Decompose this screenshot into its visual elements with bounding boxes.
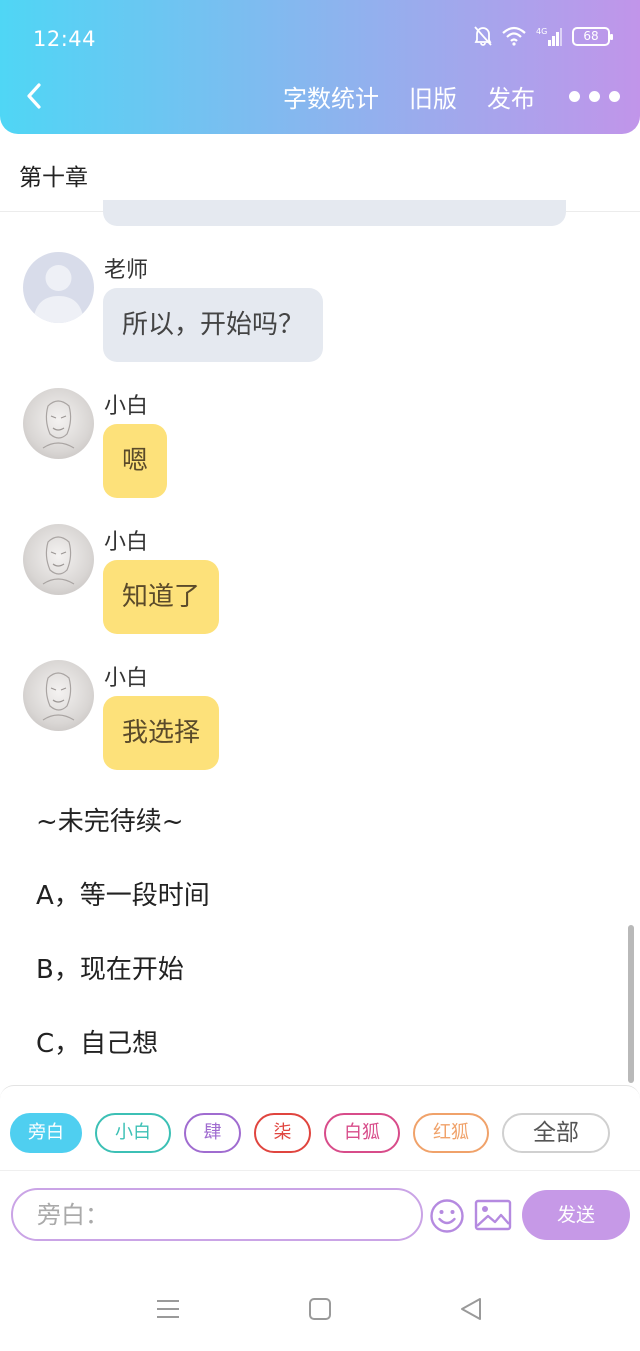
- narration-line[interactable]: A，等一段时间: [36, 875, 210, 912]
- role-chip-narrator[interactable]: 旁白: [10, 1113, 82, 1153]
- role-chips: 旁白 小白 肆 柒 白狐 红狐 全部: [10, 1113, 623, 1153]
- avatar[interactable]: [23, 660, 94, 731]
- chat-message: 小白 我选择: [0, 660, 640, 772]
- battery-indicator: 68: [572, 26, 613, 46]
- menu-icon[interactable]: [155, 1297, 181, 1321]
- send-button[interactable]: 发送: [522, 1190, 630, 1240]
- avatar[interactable]: [23, 388, 94, 459]
- divider: [0, 1170, 640, 1171]
- status-icons: 4G 68: [474, 26, 613, 46]
- character-sketch-icon: [42, 672, 75, 721]
- svg-text:4G: 4G: [536, 27, 547, 36]
- chat-scrollbar[interactable]: [628, 925, 634, 1083]
- emoji-button[interactable]: [429, 1198, 465, 1234]
- avatar[interactable]: [23, 252, 94, 323]
- mute-bell-icon: [474, 26, 492, 46]
- sender-name: 小白: [104, 394, 149, 419]
- chapter-title[interactable]: 第十章: [19, 158, 88, 192]
- smiley-icon: [430, 1199, 464, 1233]
- header-actions: 字数统计 旧版 发布: [253, 79, 620, 114]
- chat-message: 小白 嗯: [0, 388, 640, 500]
- sender-name: 老师: [104, 258, 149, 283]
- role-chip-qi[interactable]: 柒: [254, 1113, 311, 1153]
- message-input-wrapper: [11, 1188, 423, 1241]
- image-button[interactable]: [474, 1198, 512, 1232]
- role-chip-xiaobai[interactable]: 小白: [95, 1113, 171, 1153]
- role-chip-all[interactable]: 全部: [502, 1113, 610, 1153]
- message-bubble[interactable]: 嗯: [103, 424, 168, 498]
- chevron-left-icon: [27, 83, 41, 109]
- message-bubble[interactable]: 我选择: [103, 696, 220, 770]
- composer-panel: 旁白 小白 肆 柒 白狐 红狐 全部 发送: [0, 1085, 640, 1245]
- status-time: 12:44: [33, 27, 97, 51]
- narration-line[interactable]: ~未完待续~: [36, 801, 184, 838]
- chat-message: 老师 所以，开始吗？: [0, 252, 640, 364]
- cellular-signal-icon: 4G: [536, 27, 562, 46]
- narration-line[interactable]: B，现在开始: [36, 949, 184, 986]
- top-app-bar: 12:44 4G 68 字数统计 旧版 发布: [0, 0, 640, 134]
- more-dot: [609, 91, 620, 102]
- system-nav-bar: [0, 1245, 640, 1351]
- publish-button[interactable]: 发布: [487, 79, 535, 114]
- back-button[interactable]: [18, 78, 50, 114]
- sender-name: 小白: [104, 666, 149, 691]
- avatar[interactable]: [23, 524, 94, 595]
- partial-message-bubble[interactable]: [103, 200, 566, 226]
- home-icon[interactable]: [308, 1297, 332, 1321]
- role-chip-baihu[interactable]: 白狐: [324, 1113, 400, 1153]
- more-dot: [589, 91, 600, 102]
- sender-name: 小白: [104, 530, 149, 555]
- old-version-button[interactable]: 旧版: [409, 79, 457, 114]
- more-dot: [569, 91, 580, 102]
- chat-message: 小白 知道了: [0, 524, 640, 636]
- role-chip-si[interactable]: 肆: [184, 1113, 241, 1153]
- narration-line[interactable]: C，自己想: [36, 1023, 158, 1060]
- wifi-icon: [502, 26, 526, 46]
- character-sketch-icon: [42, 536, 75, 585]
- character-sketch-icon: [42, 400, 75, 449]
- default-user-icon: [33, 265, 84, 323]
- back-triangle-icon[interactable]: [459, 1297, 483, 1321]
- message-bubble[interactable]: 所以，开始吗？: [103, 288, 324, 362]
- word-count-button[interactable]: 字数统计: [283, 79, 379, 114]
- message-bubble[interactable]: 知道了: [103, 560, 220, 634]
- message-input[interactable]: [13, 1190, 421, 1239]
- image-icon: [474, 1199, 512, 1231]
- role-chip-honghu[interactable]: 红狐: [413, 1113, 489, 1153]
- more-button[interactable]: [569, 80, 620, 114]
